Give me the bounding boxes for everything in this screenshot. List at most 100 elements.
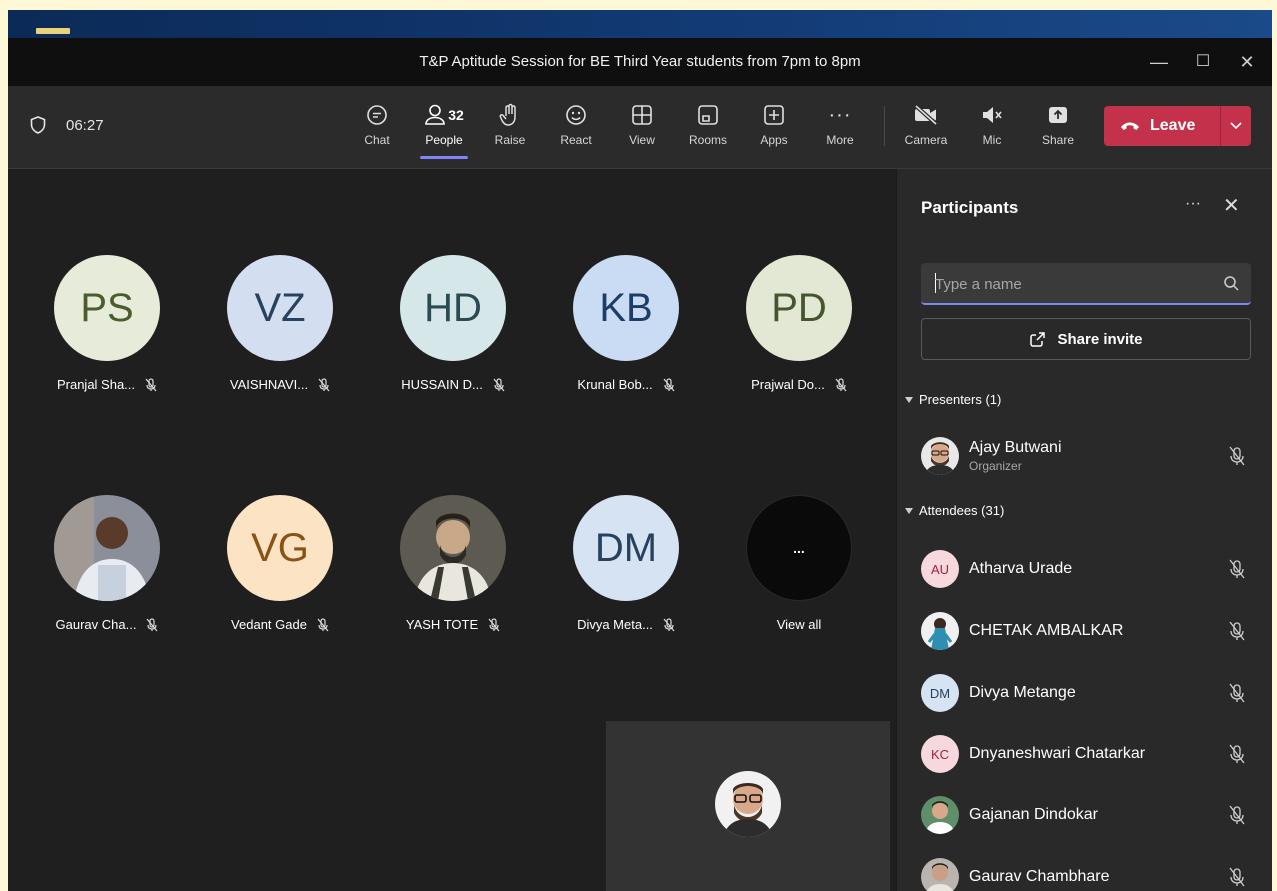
leave-main[interactable]: Leave (1104, 117, 1220, 135)
participant-tile[interactable]: PD Prajwal Do... (724, 255, 874, 392)
meeting-timer: 06:27 (30, 116, 104, 134)
title-bar: T&P Aptitude Session for BE Third Year s… (8, 38, 1272, 86)
hand-icon (499, 103, 516, 126)
participant-name: Divya Meta... (577, 617, 653, 632)
react-button[interactable]: React (544, 102, 608, 147)
avatar-photo (921, 437, 959, 475)
participant-row[interactable]: CHETAK AMBALKAR (921, 609, 1251, 653)
view-all-tile[interactable]: ... View all (724, 495, 874, 632)
more-button[interactable]: ··· More (808, 102, 872, 148)
panel-title: Participants (921, 198, 1019, 217)
participant-row[interactable]: DM Divya Metange (921, 671, 1251, 715)
share-button[interactable]: Share (1026, 102, 1090, 147)
share-invite-button[interactable]: Share invite (921, 318, 1251, 360)
chat-icon (367, 105, 387, 125)
participant-row[interactable]: AU Atharva Urade (921, 547, 1251, 591)
desktop-folder-icon (36, 28, 70, 34)
person-photo-icon (921, 612, 959, 650)
share-label: Share (1041, 133, 1075, 147)
mic-off-icon (147, 617, 158, 631)
mic-off-icon (835, 377, 847, 391)
self-avatar (715, 771, 781, 837)
close-window-button[interactable]: ✕ (1232, 48, 1262, 76)
people-label: People (425, 133, 463, 147)
presenters-label: Presenters (1) (919, 392, 1002, 407)
grid-icon (632, 105, 652, 125)
participant-role: Organizer (969, 459, 1022, 473)
participants-panel: Participants ··· ✕ Share invite Presente… (896, 169, 1272, 891)
search-field[interactable] (921, 263, 1251, 305)
share-screen-icon (1049, 107, 1067, 123)
avatar: HD (400, 255, 506, 361)
avatar: VG (227, 495, 333, 601)
presenters-section-header[interactable]: Presenters (1) (905, 392, 1001, 407)
attendees-section-header[interactable]: Attendees (31) (905, 503, 1004, 518)
leave-button[interactable]: Leave (1104, 106, 1251, 146)
minimize-button[interactable]: — (1144, 48, 1174, 76)
participant-row[interactable]: KC Dnyaneshwari Chatarkar (921, 732, 1251, 776)
person-photo-icon (921, 437, 959, 475)
panel-more-button[interactable]: ··· (1185, 195, 1201, 213)
participant-tile[interactable]: Gaurav Cha... (32, 495, 182, 632)
shield-icon (30, 116, 46, 134)
participant-name: Pranjal Sha... (56, 377, 136, 392)
mic-off-icon (1229, 621, 1245, 641)
chat-label: Chat (364, 133, 390, 147)
self-view (606, 721, 890, 891)
avatar: PD (746, 255, 852, 361)
mic-label: Mic (982, 133, 1002, 147)
mic-off-icon (493, 377, 505, 391)
participant-tile[interactable]: VZ VAISHNAVI... (205, 255, 355, 392)
chat-button[interactable]: Chat (345, 102, 409, 147)
apps-button[interactable]: Apps (742, 102, 806, 147)
people-button[interactable]: 32 People (412, 102, 476, 159)
view-button[interactable]: View (610, 102, 674, 147)
mic-off-icon (488, 617, 500, 631)
person-photo-icon (400, 495, 506, 601)
rooms-button[interactable]: Rooms (676, 102, 740, 147)
avatar: KB (573, 255, 679, 361)
leave-options-button[interactable] (1221, 121, 1251, 131)
camera-button[interactable]: Camera (894, 102, 958, 147)
mic-off-icon (145, 377, 157, 391)
toolbar-divider (884, 106, 885, 146)
view-all-circle[interactable]: ... (746, 495, 852, 601)
search-input[interactable] (933, 271, 1207, 297)
mic-off-icon (663, 377, 675, 391)
mic-off-icon (1229, 805, 1245, 825)
participant-tile[interactable]: PS Pranjal Sha... (32, 255, 182, 392)
participant-row[interactable]: Gajanan Dindokar (921, 793, 1251, 837)
plus-square-icon (764, 105, 784, 125)
timer-text: 06:27 (66, 116, 104, 134)
participant-name: Ajay Butwani (969, 439, 1062, 456)
avatar-photo (54, 495, 160, 601)
people-icon (425, 104, 446, 125)
participant-tile[interactable]: KB Krunal Bob... (551, 255, 701, 392)
participant-name: Dnyaneshwari Chatarkar (969, 745, 1146, 762)
participant-name: Atharva Urade (969, 560, 1073, 577)
camera-label: Camera (904, 133, 948, 147)
avatar: PS (54, 255, 160, 361)
meeting-title: T&P Aptitude Session for BE Third Year s… (419, 53, 861, 70)
avatar: DM (921, 674, 959, 712)
caret-down-icon (905, 507, 913, 514)
participant-tile[interactable]: DM Divya Meta... (551, 495, 701, 632)
rooms-label: Rooms (688, 133, 727, 147)
participant-tile[interactable]: VG Vedant Gade (205, 495, 355, 632)
raise-hand-button[interactable]: Raise (478, 102, 542, 147)
participant-name: Divya Metange (969, 684, 1076, 701)
avatar-photo (400, 495, 506, 601)
participant-row[interactable]: Gaurav Chambhare (921, 855, 1251, 891)
mic-button[interactable]: Mic (960, 102, 1024, 147)
participant-name: HUSSAIN D... (401, 377, 483, 392)
share-invite-label: Share invite (1057, 330, 1143, 348)
avatar-photo (921, 612, 959, 650)
maximize-button[interactable]: ☐ (1188, 48, 1218, 76)
participant-row[interactable]: Ajay Butwani Organizer (921, 434, 1251, 478)
person-photo-icon (715, 771, 781, 837)
avatar: KC (921, 735, 959, 773)
participant-tile[interactable]: HD HUSSAIN D... (378, 255, 528, 392)
participant-tile[interactable]: YASH TOTE (378, 495, 528, 632)
panel-close-button[interactable]: ✕ (1223, 193, 1240, 218)
teams-window: T&P Aptitude Session for BE Third Year s… (8, 10, 1272, 891)
